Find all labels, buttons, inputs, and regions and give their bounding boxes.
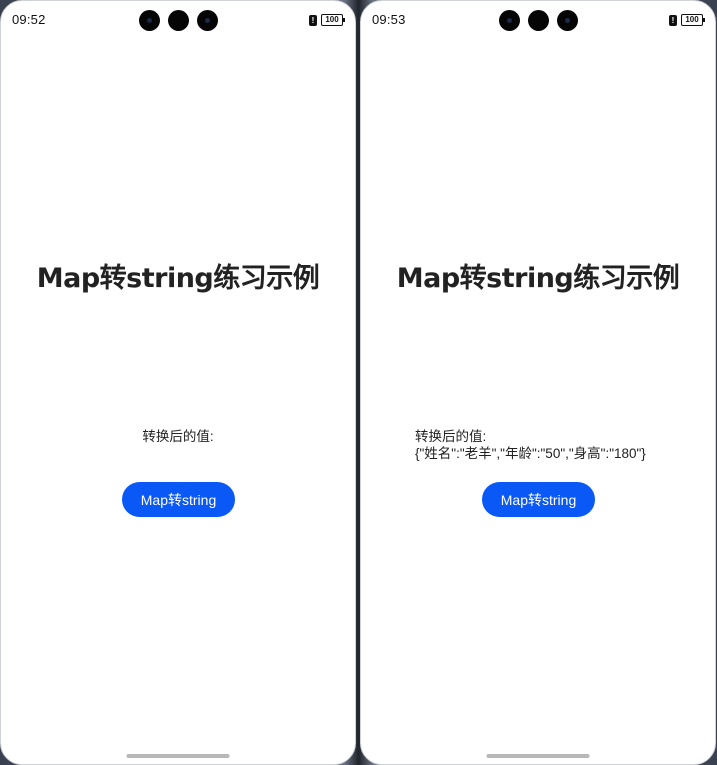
map-to-string-button[interactable]: Map转string (122, 482, 235, 517)
battery-icon: 100 (321, 14, 345, 26)
phone-screen-before: 09:52 ! 100 Map转string练习示例 转换后的值: Map转st… (0, 0, 356, 765)
status-bar: 09:52 ! 100 (1, 1, 355, 41)
camera-icon (557, 10, 578, 31)
camera-icon (197, 10, 218, 31)
phone-screen-after: 09:53 ! 100 Map转string练习示例 转换后的值: {"姓名":… (360, 0, 716, 765)
alert-icon: ! (669, 14, 677, 26)
result-label: 转换后的值: (415, 429, 487, 444)
sensor-icon (528, 10, 549, 31)
camera-cluster (499, 10, 578, 31)
battery-icon: 100 (681, 14, 705, 26)
map-to-string-button[interactable]: Map转string (482, 482, 595, 517)
page-title: Map转string练习示例 (396, 263, 680, 294)
camera-icon (499, 10, 520, 31)
alert-icon: ! (309, 14, 317, 26)
result-block: 转换后的值: (1, 428, 355, 445)
camera-icon (139, 10, 160, 31)
home-indicator[interactable] (486, 754, 590, 758)
status-time: 09:52 (12, 12, 46, 27)
home-indicator[interactable] (126, 754, 230, 758)
page-title: Map转string练习示例 (36, 263, 320, 294)
device-comparison: 09:52 ! 100 Map转string练习示例 转换后的值: Map转st… (0, 0, 717, 765)
status-icons: ! 100 (669, 14, 705, 26)
status-time: 09:53 (372, 12, 406, 27)
camera-cluster (139, 10, 218, 31)
status-icons: ! 100 (309, 14, 345, 26)
status-bar: 09:53 ! 100 (361, 1, 715, 41)
sensor-icon (168, 10, 189, 31)
result-label: 转换后的值: (142, 429, 214, 444)
result-value: {"姓名":"老羊","年龄":"50","身高":"180"} (415, 446, 646, 461)
result-block: 转换后的值: {"姓名":"老羊","年龄":"50","身高":"180"} (415, 428, 646, 462)
